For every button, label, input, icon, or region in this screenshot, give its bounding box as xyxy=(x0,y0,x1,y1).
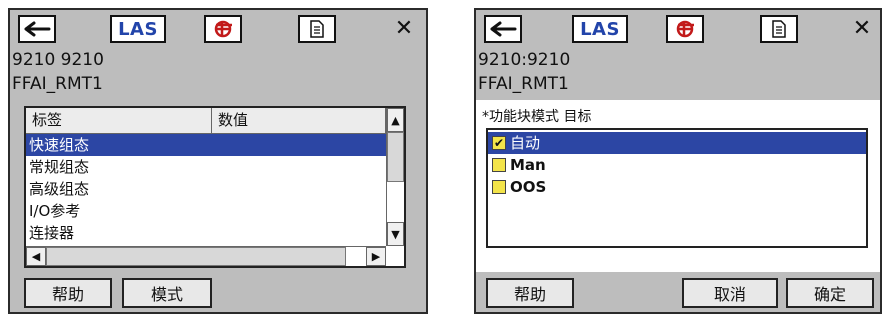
hart-icon-button[interactable] xyxy=(666,15,704,43)
back-arrow-icon xyxy=(490,21,517,37)
las-label: LAS xyxy=(118,18,158,40)
device-tag: 9210 9210 xyxy=(12,50,104,70)
close-button[interactable]: ✕ xyxy=(390,15,418,43)
help-button[interactable]: 帮助 xyxy=(486,278,574,308)
scroll-right-icon[interactable]: ▶ xyxy=(366,247,386,266)
device-logo-icon xyxy=(214,20,232,38)
list-item-io-reference[interactable]: I/O参考 xyxy=(26,200,386,222)
list-item-connector[interactable]: 连接器 xyxy=(26,222,386,244)
column-header-value: 数值 xyxy=(212,108,386,134)
hart-icon-button[interactable] xyxy=(204,15,242,43)
back-arrow-icon xyxy=(24,21,51,37)
mode-button[interactable]: 模式 xyxy=(122,278,212,308)
scroll-down-icon[interactable]: ▼ xyxy=(387,222,404,246)
horizontal-scrollbar[interactable]: ◀ ▶ xyxy=(26,246,386,266)
list-item-basic-config[interactable]: 常规组态 xyxy=(26,156,386,178)
option-label-man: Man xyxy=(510,156,546,174)
list-item-advanced-config[interactable]: 高级组态 xyxy=(26,178,386,200)
mode-target-label: *功能块模式 目标 xyxy=(482,109,592,125)
device-name: FFAI_RMT1 xyxy=(12,74,103,94)
field-communicator-screen-right: LAS ✕ 9210:9210 FFAI_RMT1 *功能块模式 目标 ✔ 自动… xyxy=(474,8,882,314)
document-button[interactable] xyxy=(760,15,798,43)
document-button[interactable] xyxy=(298,15,336,43)
option-row-auto[interactable] xyxy=(488,132,866,154)
close-button[interactable]: ✕ xyxy=(848,15,876,43)
field-communicator-screen-left: LAS ✕ 9210 9210 FFAI_RMT1 标签 数值 快速组态 常规组… xyxy=(8,8,428,314)
device-logo-icon xyxy=(676,20,694,38)
mode-options-list: ✔ 自动 Man OOS xyxy=(486,128,868,248)
help-button[interactable]: 帮助 xyxy=(24,278,112,308)
document-icon xyxy=(310,20,324,38)
scroll-up-icon[interactable]: ▲ xyxy=(387,108,404,132)
option-label-auto: 自动 xyxy=(510,134,541,152)
back-button[interactable] xyxy=(484,15,522,43)
close-icon: ✕ xyxy=(394,16,414,41)
option-label-oos: OOS xyxy=(510,178,547,196)
back-button[interactable] xyxy=(18,15,56,43)
close-icon: ✕ xyxy=(852,16,872,41)
checkbox-auto-icon[interactable]: ✔ xyxy=(492,136,506,150)
vertical-scrollbar[interactable]: ▲ ▼ xyxy=(386,108,404,246)
device-name: FFAI_RMT1 xyxy=(478,74,569,94)
las-label: LAS xyxy=(580,18,620,40)
menu-list: 标签 数值 快速组态 常规组态 高级组态 I/O参考 连接器 ▲ ▼ ◀ ▶ xyxy=(24,106,406,268)
checkbox-oos-icon[interactable] xyxy=(492,180,506,194)
ok-button[interactable]: 确定 xyxy=(786,278,874,308)
las-button[interactable]: LAS xyxy=(572,15,628,43)
list-item-quick-config[interactable]: 快速组态 xyxy=(26,134,386,156)
scroll-left-icon[interactable]: ◀ xyxy=(26,247,46,266)
h-scroll-thumb[interactable] xyxy=(46,247,346,266)
scroll-thumb[interactable] xyxy=(387,132,404,182)
document-icon xyxy=(772,20,786,38)
las-button[interactable]: LAS xyxy=(110,15,166,43)
checkbox-man-icon[interactable] xyxy=(492,158,506,172)
column-header-label: 标签 xyxy=(26,108,212,134)
device-tag: 9210:9210 xyxy=(478,50,571,70)
cancel-button[interactable]: 取消 xyxy=(682,278,778,308)
